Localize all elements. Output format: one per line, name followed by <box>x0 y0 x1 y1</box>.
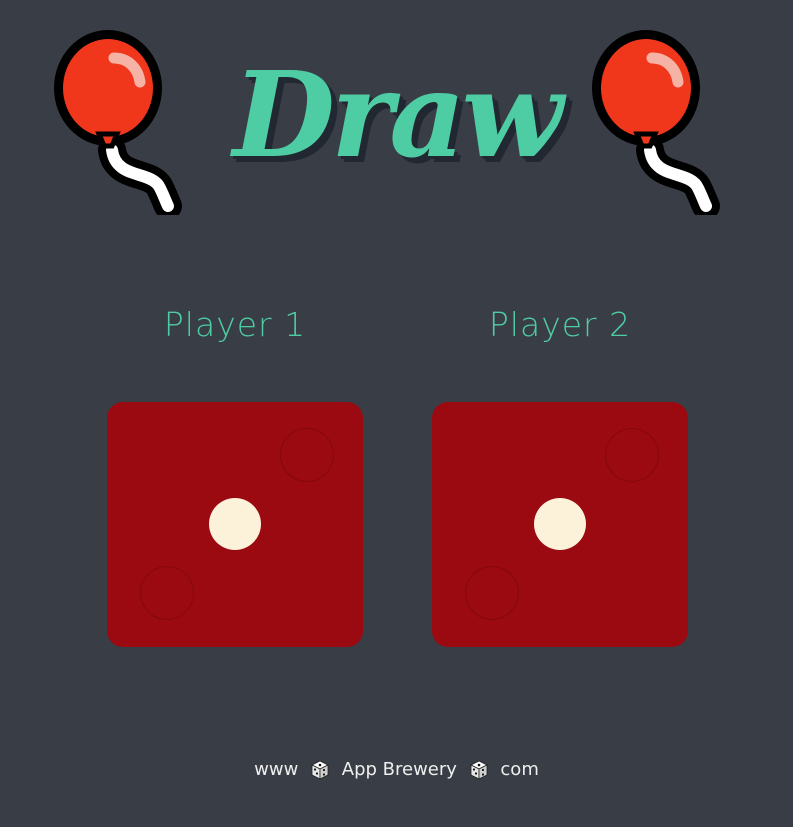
player-1-label: Player 1 <box>163 305 307 344</box>
player-2-label: Player 2 <box>488 305 632 344</box>
balloon-icon <box>590 30 748 220</box>
dice-pip-ghost <box>465 566 519 620</box>
game-die-icon <box>469 760 489 780</box>
dice-pip-ghost <box>605 428 659 482</box>
page-title: Draw <box>232 45 564 184</box>
footer-www: www <box>254 759 299 780</box>
balloon-icon <box>52 30 210 220</box>
player-1-dice <box>107 402 363 647</box>
dice-pip-ghost <box>140 566 194 620</box>
footer-brand: App Brewery <box>341 759 457 780</box>
footer: www App Brewery com <box>0 752 793 788</box>
dice-pip-ghost <box>280 428 334 482</box>
page: Draw Player 1 Player 2 www App Brewery c… <box>0 0 793 827</box>
game-die-icon <box>310 760 330 780</box>
player-2-dice <box>432 402 688 647</box>
footer-com: com <box>500 759 539 780</box>
dice-pip <box>534 498 586 550</box>
dice-pip <box>209 498 261 550</box>
